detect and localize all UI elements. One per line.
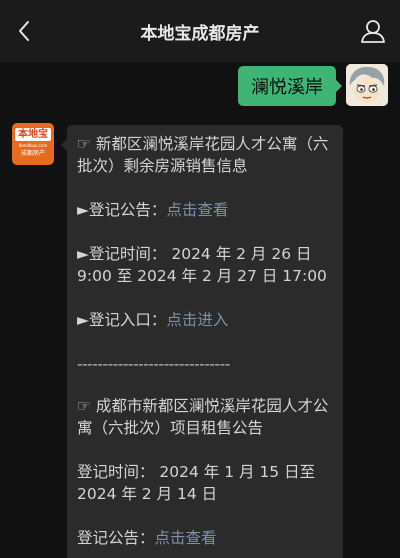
outgoing-message-text: 澜悦溪岸 bbox=[251, 77, 323, 98]
block1-notice-label: ►登记公告： bbox=[77, 201, 167, 219]
block2-notice-link[interactable]: 点击查看 bbox=[155, 529, 217, 547]
block2-title: ☞ 成都市新都区澜悦溪岸花园人才公寓（六批次）项目租售公告 bbox=[77, 397, 329, 437]
block2-notice-label: 登记公告： bbox=[77, 529, 155, 547]
outgoing-message[interactable]: 澜悦溪岸 bbox=[238, 66, 342, 106]
navbar: 本地宝成都房产 bbox=[0, 0, 400, 62]
divider-line: ------------------------------ bbox=[77, 355, 230, 373]
block1-entry-line: ►登记入口：点击进入 bbox=[77, 309, 335, 331]
chevron-left-icon bbox=[19, 21, 29, 41]
avatar-logo-text: 本地宝 bbox=[15, 128, 51, 141]
block1-entry-label: ►登记入口： bbox=[77, 311, 167, 329]
avatar-image bbox=[346, 64, 388, 106]
avatar-logo-sub: 成都房产 bbox=[20, 150, 45, 157]
person-icon bbox=[361, 20, 385, 43]
block1-entry-link[interactable]: 点击进入 bbox=[166, 311, 228, 329]
my-avatar[interactable] bbox=[346, 64, 388, 106]
block1-notice-line: ►登记公告：点击查看 bbox=[77, 199, 335, 221]
block1-time: ►登记时间： 2024 年 2 月 26 日 9:00 至 2024 年 2 月 … bbox=[77, 243, 335, 287]
back-button[interactable] bbox=[10, 17, 38, 45]
block2-time: 登记时间： 2024 年 1 月 15 日至 2024 年 2 月 14 日 bbox=[77, 461, 335, 505]
chat-screen: 本地宝成都房产 澜悦溪岸 本地宝 Bendibao.com 成都房产 ☞ 新都区… bbox=[0, 0, 400, 558]
block1-notice-link[interactable]: 点击查看 bbox=[166, 201, 228, 219]
profile-button[interactable] bbox=[360, 18, 386, 44]
block2-notice-line: 登记公告：点击查看 bbox=[77, 527, 335, 549]
block1-title: ☞ 新都区澜悦溪岸花园人才公寓（六批次）剩余房源销售信息 bbox=[77, 135, 329, 175]
block1-time-line2: 9:00 至 2024 年 2 月 27 日 17:00 bbox=[77, 267, 327, 285]
incoming-message: ☞ 新都区澜悦溪岸花园人才公寓（六批次）剩余房源销售信息 ►登记公告：点击查看 … bbox=[61, 125, 343, 558]
bendibao-avatar[interactable]: 本地宝 Bendibao.com 成都房产 bbox=[12, 123, 54, 165]
chat-title: 本地宝成都房产 bbox=[140, 23, 260, 44]
block2-time-line1: 登记时间： 2024 年 1 月 15 日至 bbox=[77, 463, 316, 481]
block2-time-line2: 2024 年 2 月 14 日 bbox=[77, 485, 218, 503]
block1-time-line1: ►登记时间： 2024 年 2 月 26 日 bbox=[77, 245, 312, 263]
